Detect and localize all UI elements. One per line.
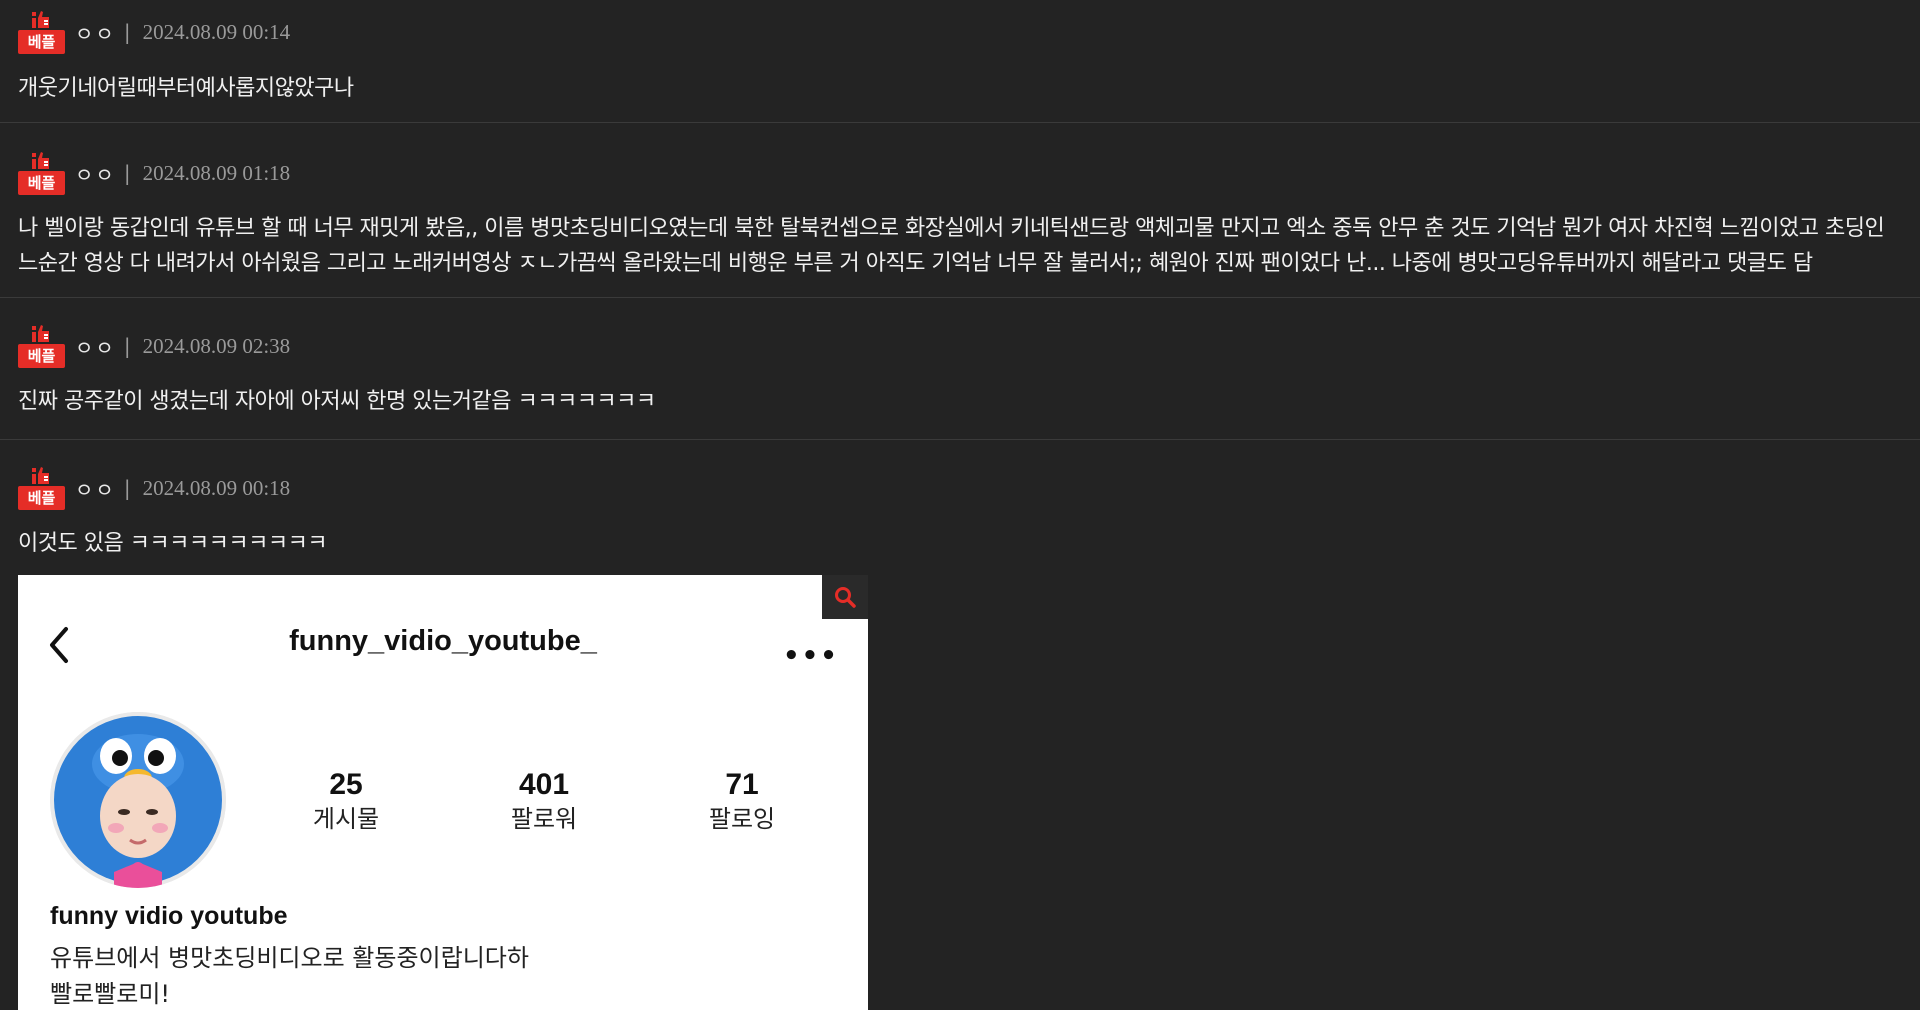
stat-number: 401 xyxy=(518,768,570,801)
best-badge-label: 베플 xyxy=(18,344,65,368)
thumbs-up-icon xyxy=(32,152,49,169)
best-badge-label: 베플 xyxy=(18,486,65,510)
comment-item: 베플 ㅇㅇ | 2024.08.09 02:38 진짜 공주같이 생겼는데 자아… xyxy=(0,298,1920,440)
meta-separator: | xyxy=(123,334,131,358)
meta-separator: | xyxy=(123,476,131,500)
comment-item: 베플 ㅇㅇ | 2024.08.09 01:18 나 벨이랑 동갑인데 유튜브 … xyxy=(0,123,1920,298)
thumbs-up-icon xyxy=(32,325,49,342)
comment-attached-image[interactable]: funny_vidio_youtube_ ••• 25 게시물 401 팔로워 xyxy=(18,575,868,1010)
comment-meta: 베플 ㅇㅇ | 2024.08.09 01:18 xyxy=(18,151,291,195)
comment-date: 2024.08.09 00:18 xyxy=(142,475,291,500)
avatar xyxy=(50,712,226,888)
comment-text: 나 벨이랑 동갑인데 유튜브 할 때 너무 재밋게 봤음,, 이름 병맛초딩비디… xyxy=(18,211,1885,281)
comment-line: 개웃기네어릴때부터예사롭지않았구나 xyxy=(18,76,354,101)
comment-text: 진짜 공주같이 생겼는데 자아에 아저씨 한명 있는거같음 ㅋㅋㅋㅋㅋㅋㅋ xyxy=(18,384,656,419)
best-comment-badge: 베플 xyxy=(18,10,65,54)
comment-text: 개웃기네어릴때부터예사롭지않았구나 xyxy=(18,71,354,106)
comment-date: 2024.08.09 02:38 xyxy=(142,333,291,358)
search-icon xyxy=(835,587,856,608)
thumbs-up-icon xyxy=(32,11,49,28)
stat-number: 71 xyxy=(725,768,759,801)
more-options-icon: ••• xyxy=(783,641,839,671)
best-comment-badge: 베플 xyxy=(18,151,65,195)
comment-meta: 베플 ㅇㅇ | 2024.08.09 00:18 xyxy=(18,466,291,510)
stat-label: 게시물 xyxy=(312,805,380,833)
comment-item: 베플 ㅇㅇ | 2024.08.09 00:14 개웃기네어릴때부터예사롭지않았… xyxy=(0,0,1920,123)
comment-line: 진짜 공주같이 생겼는데 자아에 아저씨 한명 있는거같음 ㅋㅋㅋㅋㅋㅋㅋ xyxy=(18,389,656,414)
following-count: 71 팔로잉 xyxy=(682,767,802,835)
comment-author: ㅇㅇ xyxy=(75,162,116,187)
profile-bio: 유튜브에서 병맛초딩비디오로 활동중이랍니다하 빨로빨로미! xyxy=(50,940,529,1010)
comment-author: ㅇㅇ xyxy=(75,21,116,46)
bio-line: 빨로빨로미! xyxy=(50,980,171,1008)
posts-count: 25 게시물 xyxy=(286,767,406,835)
stat-label: 팔로잉 xyxy=(708,805,776,833)
comment-date: 2024.08.09 00:14 xyxy=(142,19,291,44)
best-comment-badge: 베플 xyxy=(18,324,65,368)
comment-text: 이것도 있음 ㅋㅋㅋㅋㅋㅋㅋㅋㅋㅋ xyxy=(18,526,328,561)
meta-separator: | xyxy=(123,20,131,44)
comment-author: ㅇㅇ xyxy=(75,477,116,502)
comment-line: 나 벨이랑 동갑인데 유튜브 할 때 너무 재밋게 봤음,, 이름 병맛초딩비디… xyxy=(18,216,1885,241)
stat-number: 25 xyxy=(329,768,363,801)
meta-separator: | xyxy=(123,161,131,185)
comment-meta: 베플 ㅇㅇ | 2024.08.09 00:14 xyxy=(18,10,291,54)
profile-handle: funny_vidio_youtube_ xyxy=(289,625,597,657)
thumbs-up-icon xyxy=(32,467,49,484)
profile-display-name: funny vidio youtube xyxy=(50,902,288,930)
comment-line: 이것도 있음 ㅋㅋㅋㅋㅋㅋㅋㅋㅋㅋ xyxy=(18,531,328,556)
comment-author: ㅇㅇ xyxy=(75,335,116,360)
penguin-costume-avatar xyxy=(50,712,226,888)
best-badge-label: 베플 xyxy=(18,171,65,195)
followers-count: 401 팔로워 xyxy=(484,767,604,835)
best-badge-label: 베플 xyxy=(18,30,65,54)
comment-meta: 베플 ㅇㅇ | 2024.08.09 02:38 xyxy=(18,324,291,368)
image-zoom-button[interactable] xyxy=(822,575,868,619)
bio-line: 유튜브에서 병맛초딩비디오로 활동중이랍니다하 xyxy=(50,944,529,972)
comment-line: 느순간 영상 다 내려가서 아쉬웠음 그리고 노래커버영상 ㅈㄴ가끔씩 올라왔는… xyxy=(18,251,1813,276)
comment-date: 2024.08.09 01:18 xyxy=(142,160,291,185)
stat-label: 팔로워 xyxy=(510,805,578,833)
best-comment-badge: 베플 xyxy=(18,466,65,510)
